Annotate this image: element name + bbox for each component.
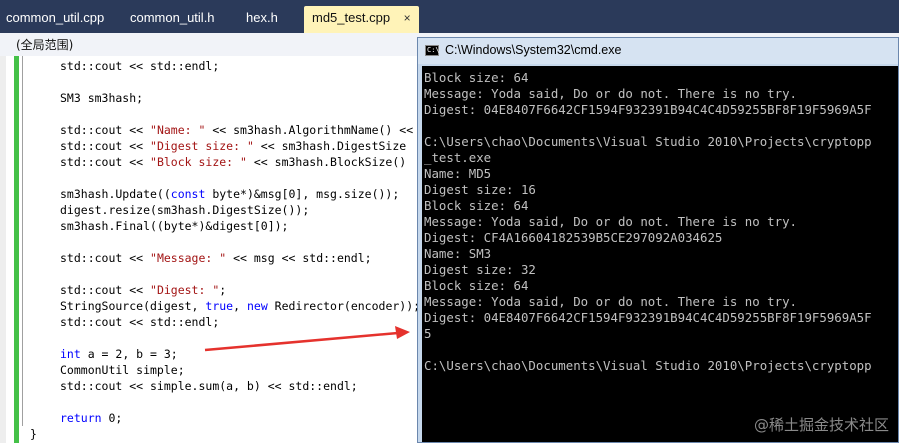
red-arrow-annotation (204, 326, 410, 352)
watermark: @稀土掘金技术社区 (753, 416, 889, 434)
